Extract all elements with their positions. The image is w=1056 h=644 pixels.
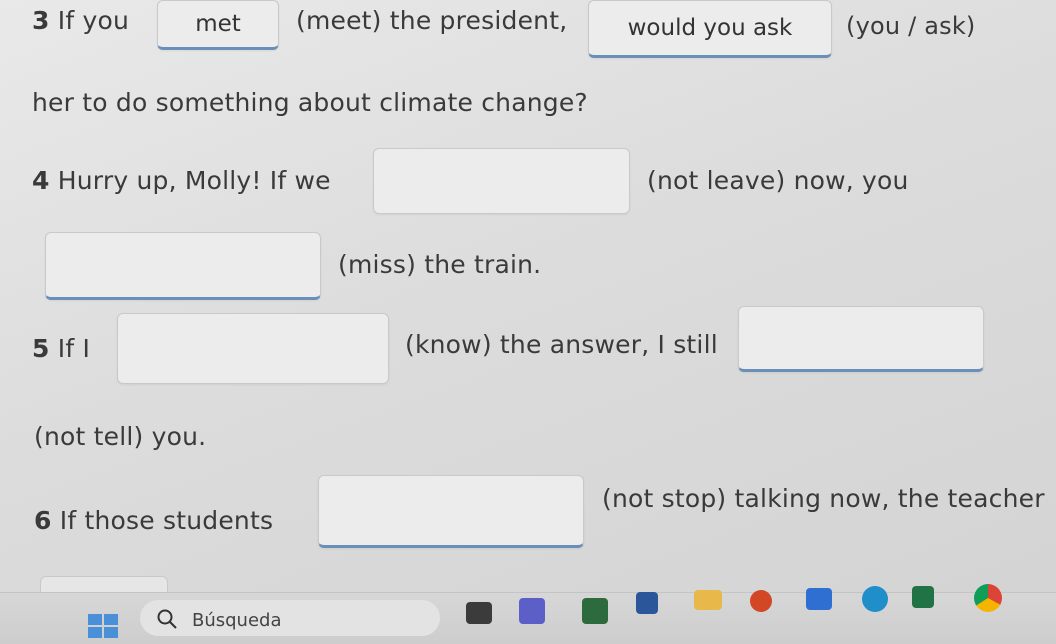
app-icon[interactable] xyxy=(806,588,832,610)
q3-answer1-field[interactable]: met xyxy=(157,0,279,50)
search-placeholder: Búsqueda xyxy=(192,610,282,631)
search-icon xyxy=(157,609,177,629)
q5-line1-prefix: 5 If I xyxy=(32,334,90,363)
q3-text-before: If you xyxy=(57,6,130,35)
chrome-icon[interactable] xyxy=(974,584,1002,612)
q6-line1-prefix: 6 If those students xyxy=(34,506,273,535)
q5-text-before: If I xyxy=(57,334,91,363)
q5-answer1-field[interactable] xyxy=(117,313,389,384)
q6-number: 6 xyxy=(34,506,52,535)
q5-hint1: (know) the answer, I still xyxy=(405,330,718,359)
file-explorer-icon[interactable] xyxy=(466,602,492,624)
taskbar-search-box[interactable] xyxy=(140,600,440,636)
q3-number: 3 xyxy=(32,6,50,35)
q3-answer2-field[interactable]: would you ask xyxy=(588,0,832,58)
q4-answer2-field[interactable] xyxy=(45,232,321,300)
q4-line1-prefix: 4 Hurry up, Molly! If we xyxy=(32,166,331,195)
q6-text-before: If those students xyxy=(59,506,274,535)
q3-line2: her to do something about climate change… xyxy=(32,88,588,117)
folder-icon[interactable] xyxy=(694,590,722,610)
q5-answer2-field[interactable] xyxy=(738,306,984,372)
edge-icon[interactable] xyxy=(862,586,888,612)
q4-number: 4 xyxy=(32,166,50,195)
windows-start-icon[interactable] xyxy=(88,614,120,640)
q6-hint1: (not stop) talking now, the teacher xyxy=(602,484,1045,513)
q4-hint2: (miss) the train. xyxy=(338,250,542,279)
excel-icon[interactable] xyxy=(912,586,934,608)
q3-hint2: (you / ask) xyxy=(846,12,976,40)
q4-hint1: (not leave) now, you xyxy=(647,166,909,195)
q5-hint2: (not tell) you. xyxy=(34,422,207,451)
q6-answer1-field[interactable] xyxy=(318,475,584,548)
q5-number: 5 xyxy=(32,334,50,363)
powerpoint-icon[interactable] xyxy=(750,590,772,612)
q4-text-before: Hurry up, Molly! If we xyxy=(57,166,331,195)
q3-mid-text: (meet) the president, xyxy=(296,6,568,35)
q3-line1-prefix: 3 If you xyxy=(32,6,129,35)
q4-answer1-field[interactable] xyxy=(373,148,630,214)
calculator-icon[interactable] xyxy=(582,598,608,624)
word-icon[interactable] xyxy=(636,592,658,614)
teams-icon[interactable] xyxy=(519,598,545,624)
